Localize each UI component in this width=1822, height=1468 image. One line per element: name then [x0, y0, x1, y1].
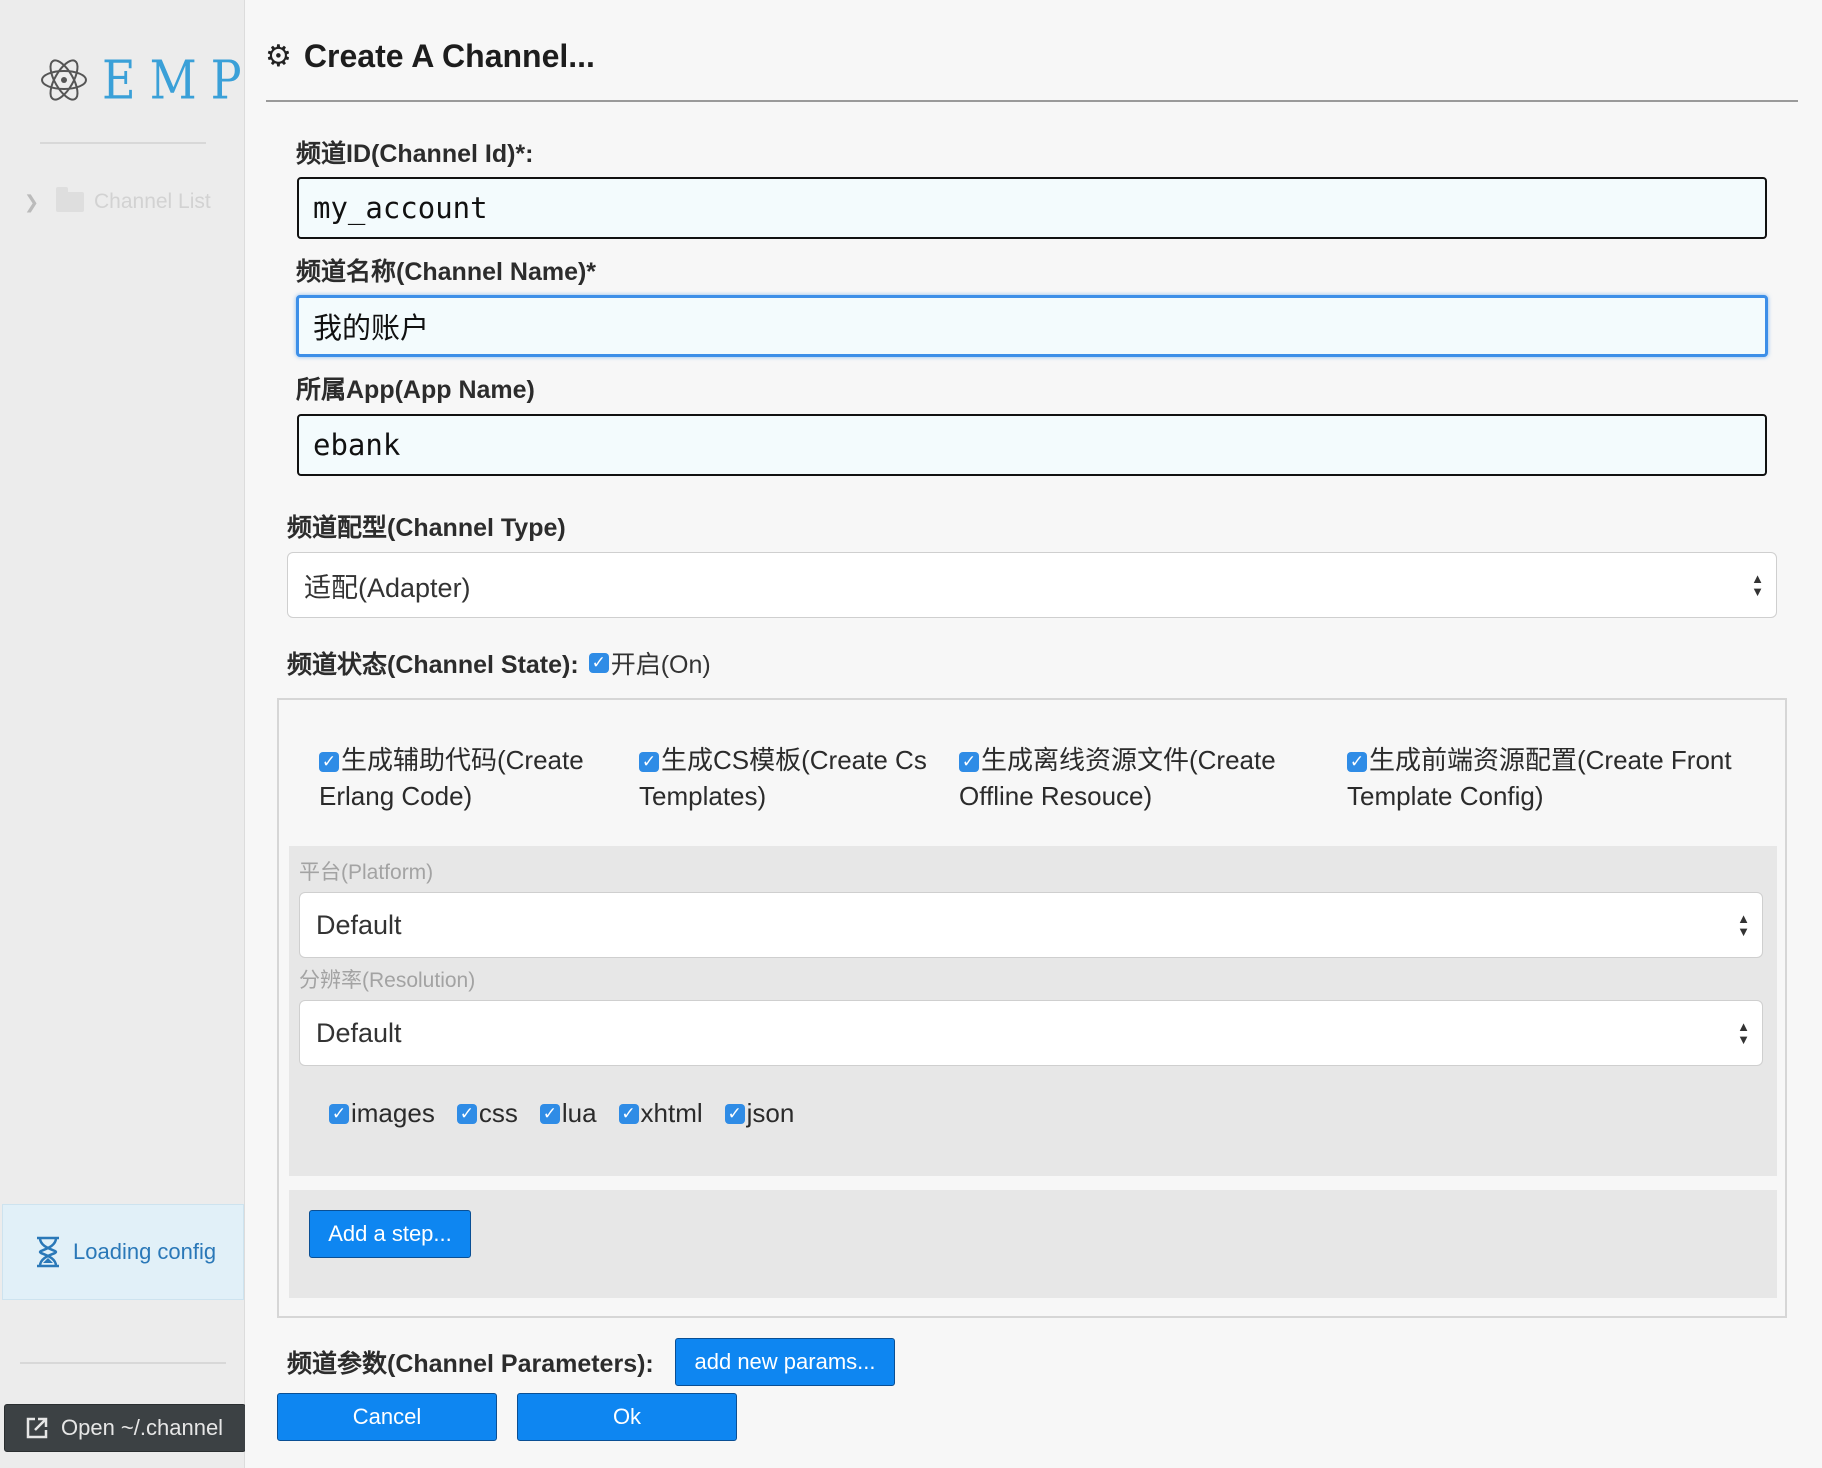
option-label-line1: 生成前端资源配置(Create Front: [1369, 745, 1732, 775]
option-label-line1: 生成CS模板(Create Cs: [661, 745, 927, 775]
channel-state-checkbox[interactable]: ✓: [588, 653, 609, 673]
atom-icon: [41, 59, 87, 101]
cancel-button[interactable]: Cancel: [277, 1393, 497, 1441]
channel-type-label: 频道配型(Channel Type): [287, 514, 566, 542]
external-link-icon: [26, 1417, 48, 1439]
checkbox[interactable]: ✓: [329, 1103, 349, 1124]
option-label-line1: 生成辅助代码(Create: [341, 745, 584, 775]
resolution-select[interactable]: Default ▲ ▼: [299, 1000, 1763, 1066]
add-new-params-button[interactable]: add new params...: [675, 1338, 895, 1386]
checkbox[interactable]: ✓: [724, 1103, 745, 1124]
checkbox[interactable]: ✓: [1347, 752, 1367, 773]
channel-id-label: 频道ID(Channel Id)*:: [296, 140, 534, 168]
app-name-label: 所属App(App Name): [296, 376, 535, 404]
channel-parameters-label: 频道参数(Channel Parameters):: [287, 1350, 654, 1378]
folder-icon: [56, 187, 84, 212]
hourglass-icon: [37, 1236, 59, 1268]
file-type-label: xhtml: [640, 1098, 703, 1128]
option-label-line1: 生成离线资源文件(Create: [981, 745, 1276, 775]
emp-logo: EMP: [38, 48, 256, 112]
checkbox[interactable]: ✓: [456, 1103, 477, 1124]
resolution-label: 分辨率(Resolution): [299, 969, 476, 992]
option-label-line2: Erlang Code): [319, 781, 473, 811]
sidebar-divider-bottom: [20, 1362, 226, 1364]
chevron-right-icon[interactable]: ❯: [24, 192, 46, 213]
option-create-cs-templates[interactable]: ✓ 生成CS模板(Create Cs Templates): [639, 742, 927, 814]
file-type-lua[interactable]: ✓ lua: [539, 1098, 597, 1129]
app-name-input[interactable]: ebank: [297, 414, 1767, 476]
channel-name-label: 频道名称(Channel Name)*: [296, 258, 597, 286]
resolution-value: Default: [316, 1017, 402, 1048]
loading-status: Loading config: [2, 1204, 244, 1300]
checkbox[interactable]: ✓: [539, 1103, 560, 1124]
loading-status-text: Loading config: [73, 1239, 217, 1264]
platform-label: 平台(Platform): [299, 861, 434, 884]
file-type-label: lua: [561, 1098, 597, 1128]
select-arrows-icon: ▲ ▼: [1737, 911, 1750, 939]
tree-item-label: Channel List: [94, 190, 211, 213]
steps-panel: ✓ 生成辅助代码(Create Erlang Code) ✓ 生成CS模板(Crea…: [277, 698, 1787, 1318]
option-create-offline-resource[interactable]: ✓ 生成离线资源文件(Create Offline Resouce): [959, 742, 1276, 814]
option-create-erlang-code[interactable]: ✓ 生成辅助代码(Create Erlang Code): [319, 742, 584, 814]
file-type-label: json: [746, 1098, 795, 1128]
header-divider: [266, 100, 1798, 102]
checkbox[interactable]: ✓: [639, 752, 659, 773]
option-create-front-template-config[interactable]: ✓ 生成前端资源配置(Create Front Template Config): [1347, 742, 1732, 814]
tree-item-channel-list[interactable]: ❯ Channel List: [24, 187, 211, 214]
step-config-panel: 平台(Platform) Default ▲ ▼ 分辨率(Resolution) …: [289, 846, 1777, 1176]
platform-select[interactable]: Default ▲ ▼: [299, 892, 1763, 958]
channel-type-select[interactable]: 适配(Adapter) ▲ ▼: [287, 552, 1777, 618]
channel-id-input[interactable]: my_account: [297, 177, 1767, 239]
add-step-area: Add a step...: [289, 1190, 1777, 1298]
file-type-options: ✓ images ✓ css ✓ lua ✓ xhtml ✓ json: [329, 1098, 816, 1129]
sidebar-divider: [40, 142, 206, 144]
option-label-line2: Offline Resouce): [959, 781, 1153, 811]
channel-type-value: 适配(Adapter): [304, 572, 471, 603]
channel-state-label: 频道状态(Channel State):: [287, 651, 579, 679]
select-arrows-icon: ▲ ▼: [1737, 1019, 1750, 1047]
add-step-button[interactable]: Add a step...: [309, 1210, 471, 1258]
select-arrows-icon: ▲ ▼: [1751, 571, 1764, 599]
file-type-images[interactable]: ✓ images: [329, 1098, 435, 1129]
platform-value: Default: [316, 909, 402, 940]
channel-state-row: 频道状态(Channel State): ✓ 开启(On): [287, 645, 711, 681]
channel-name-input[interactable]: 我的账户: [296, 295, 1768, 357]
file-type-xhtml[interactable]: ✓ xhtml: [618, 1098, 703, 1129]
checkbox[interactable]: ✓: [319, 752, 339, 773]
open-channel-label: Open ~/.channel: [61, 1415, 224, 1440]
logo-text: EMP: [102, 48, 256, 112]
option-label-line2: Templates): [639, 781, 767, 811]
checkbox[interactable]: ✓: [959, 752, 979, 773]
file-type-json[interactable]: ✓ json: [724, 1098, 795, 1129]
open-channel-button[interactable]: Open ~/.channel: [4, 1404, 246, 1452]
gear-icon: ⚙: [265, 40, 292, 73]
dialog-title: Create A Channel...: [303, 38, 595, 74]
ok-button[interactable]: Ok: [517, 1393, 737, 1441]
file-type-css[interactable]: ✓ css: [456, 1098, 518, 1129]
sidebar: EMP ❯ Channel List Loading config Open ~…: [0, 0, 246, 1468]
channel-state-option-label: 开启(On): [610, 651, 711, 679]
dialog-header: ⚙ Create A Channel...: [265, 38, 595, 75]
file-type-label: css: [478, 1098, 518, 1128]
option-label-line2: Template Config): [1347, 781, 1544, 811]
checkbox[interactable]: ✓: [618, 1103, 639, 1124]
create-channel-dialog: ⚙ Create A Channel... 频道ID(Channel Id)*:…: [245, 0, 1822, 1468]
file-type-label: images: [351, 1098, 435, 1128]
